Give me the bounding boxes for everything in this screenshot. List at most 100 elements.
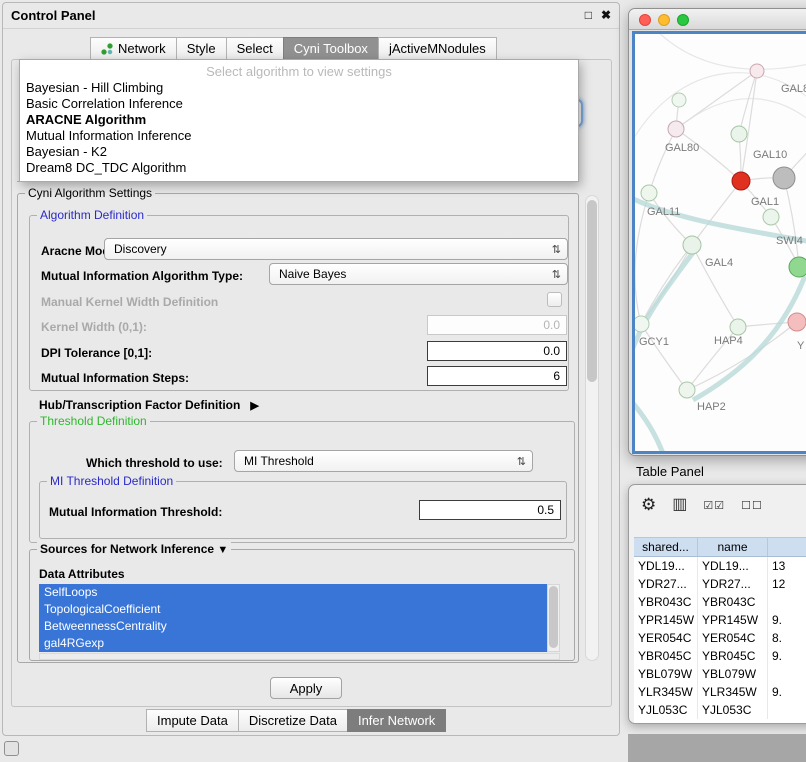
algorithm-option[interactable]: Dream8 DC_TDC Algorithm [20,160,578,176]
table-cell: 9. [768,647,806,665]
hub-section-label: Hub/Transcription Factor Definition [39,398,240,412]
attribute-item[interactable]: TopologicalCoefficient [39,601,547,618]
table-column-header[interactable]: shared... [634,538,698,556]
hub-section-toggle[interactable]: Hub/Transcription Factor Definition ▶ [39,398,259,412]
table-cell [768,665,806,683]
table-cell: YDL19... [634,557,698,575]
kernel-width-input[interactable] [427,315,567,335]
attributes-hscrollbar[interactable] [39,653,560,660]
table-cell: YBL079W [698,665,768,683]
network-node[interactable] [635,316,649,332]
apply-button[interactable]: Apply [270,677,342,699]
table-row[interactable]: YDR27...YDR27...12 [634,575,806,593]
network-node[interactable] [668,121,684,137]
table-row[interactable]: YER054CYER054C8. [634,629,806,647]
table-panel-title: Table Panel [636,464,704,479]
algorithm-dropdown: Select algorithm to view settings Bayesi… [19,59,579,182]
algorithm-dropdown-placeholder: Select algorithm to view settings [20,63,578,80]
table-column-header[interactable]: name [698,538,768,556]
attribute-item[interactable]: BetweennessCentrality [39,618,547,635]
tab-jactivemnodules[interactable]: jActiveMNodules [378,37,497,60]
tab-select[interactable]: Select [226,37,284,60]
table-cell: YER054C [634,629,698,647]
network-node-label: HAP4 [714,335,743,347]
table-cell [768,593,806,611]
algorithm-option[interactable]: Basic Correlation Inference [20,96,578,112]
bottom-tab-impute-data[interactable]: Impute Data [146,709,239,732]
settings-scrollbar-thumb[interactable] [587,200,597,382]
select-all-rows-icon[interactable]: ☑☑ [703,499,725,512]
algorithm-option[interactable]: Mutual Information Inference [20,128,578,144]
network-node[interactable] [750,64,764,78]
close-traffic-light[interactable] [639,14,651,26]
mi-steps-input[interactable] [427,366,567,386]
tab-cyni-toolbox[interactable]: Cyni Toolbox [283,37,379,60]
attributes-scrollbar[interactable] [547,584,560,652]
network-node[interactable] [763,209,779,225]
network-node[interactable] [732,172,750,190]
network-node-label: Y [797,340,805,352]
table-column-header[interactable] [768,538,806,556]
algorithm-option[interactable]: ARACNE Algorithm [20,112,578,128]
deselect-all-rows-icon[interactable]: ☐☐ [741,499,763,512]
mi-algorithm-type-label: Mutual Information Algorithm Type: [41,269,243,283]
network-node[interactable] [788,313,806,331]
network-node[interactable] [672,93,686,107]
network-node[interactable] [731,126,747,142]
network-node[interactable] [730,319,746,335]
network-node[interactable] [773,167,795,189]
aracne-mode-select[interactable]: Discovery ⇅ [104,238,568,260]
tab-label: Infer Network [358,713,435,728]
network-node[interactable] [789,257,806,277]
desktop: Control Panel □ ✖ NetworkStyleSelectCyni… [0,0,806,762]
zoom-traffic-light[interactable] [677,14,689,26]
mi-threshold-group-title: MI Threshold Definition [47,474,176,488]
table-row[interactable]: YJL053CYJL053C [634,701,806,719]
sources-title-row[interactable]: Sources for Network Inference ▼ [37,542,231,556]
table-row[interactable]: YPR145WYPR145W9. [634,611,806,629]
table-row[interactable]: YBR043CYBR043C [634,593,806,611]
network-canvas[interactable]: GAL8GAL80GAL10GAL11GAL1SWI4GAL4GCY1HAP4Y… [632,31,806,454]
dpi-tolerance-input[interactable] [427,341,567,361]
table-cell: YDL19... [698,557,768,575]
table-cell: YBR045C [698,647,768,665]
table-cell: YJL053C [698,701,768,719]
threshold-definition-title: Threshold Definition [37,414,150,428]
mi-algorithm-type-select[interactable]: Naive Bayes ⇅ [269,263,568,285]
tab-label: jActiveMNodules [389,41,486,56]
table-cell: 8. [768,629,806,647]
close-icon[interactable]: ✖ [601,7,611,23]
which-threshold-select[interactable]: MI Threshold ⇅ [234,450,533,472]
bottom-tab-discretize-data[interactable]: Discretize Data [238,709,348,732]
table-row[interactable]: YLR345WYLR345W9. [634,683,806,701]
mi-algorithm-type-value: Naive Bayes [279,267,552,281]
gear-icon[interactable]: ⚙ [641,496,656,514]
bottom-tab-infer-network[interactable]: Infer Network [347,709,446,732]
network-window-titlebar[interactable] [629,9,806,30]
manual-kernel-width-checkbox[interactable] [547,292,562,307]
which-threshold-label: Which threshold to use: [86,456,223,470]
network-node[interactable] [641,185,657,201]
attribute-item[interactable]: gal4RGexp [39,635,547,652]
algorithm-option[interactable]: Bayesian - K2 [20,144,578,160]
network-node[interactable] [679,382,695,398]
settings-group-title: Cyni Algorithm Settings [25,186,155,200]
algorithm-option[interactable]: Bayesian - Hill Climbing [20,80,578,96]
attribute-item[interactable]: SelfLoops [39,584,547,601]
network-node-label: GAL80 [665,142,699,154]
table-row[interactable]: YBL079WYBL079W [634,665,806,683]
bottom-dock [628,734,806,762]
columns-icon[interactable]: ▥ [672,497,687,513]
settings-scrollbar[interactable] [585,195,599,661]
table-row[interactable]: YDL19...YDL19...13 [634,557,806,575]
tab-network[interactable]: Network [90,37,177,60]
mi-threshold-input[interactable] [419,500,561,520]
restore-icon[interactable]: □ [585,7,592,23]
tab-style[interactable]: Style [176,37,227,60]
table-row[interactable]: YBR045CYBR045C9. [634,647,806,665]
minimize-traffic-light[interactable] [658,14,670,26]
table-cell: YPR145W [698,611,768,629]
collapsed-panel-icon[interactable] [4,741,19,756]
attributes-scrollbar-thumb[interactable] [549,586,558,648]
network-node[interactable] [683,236,701,254]
